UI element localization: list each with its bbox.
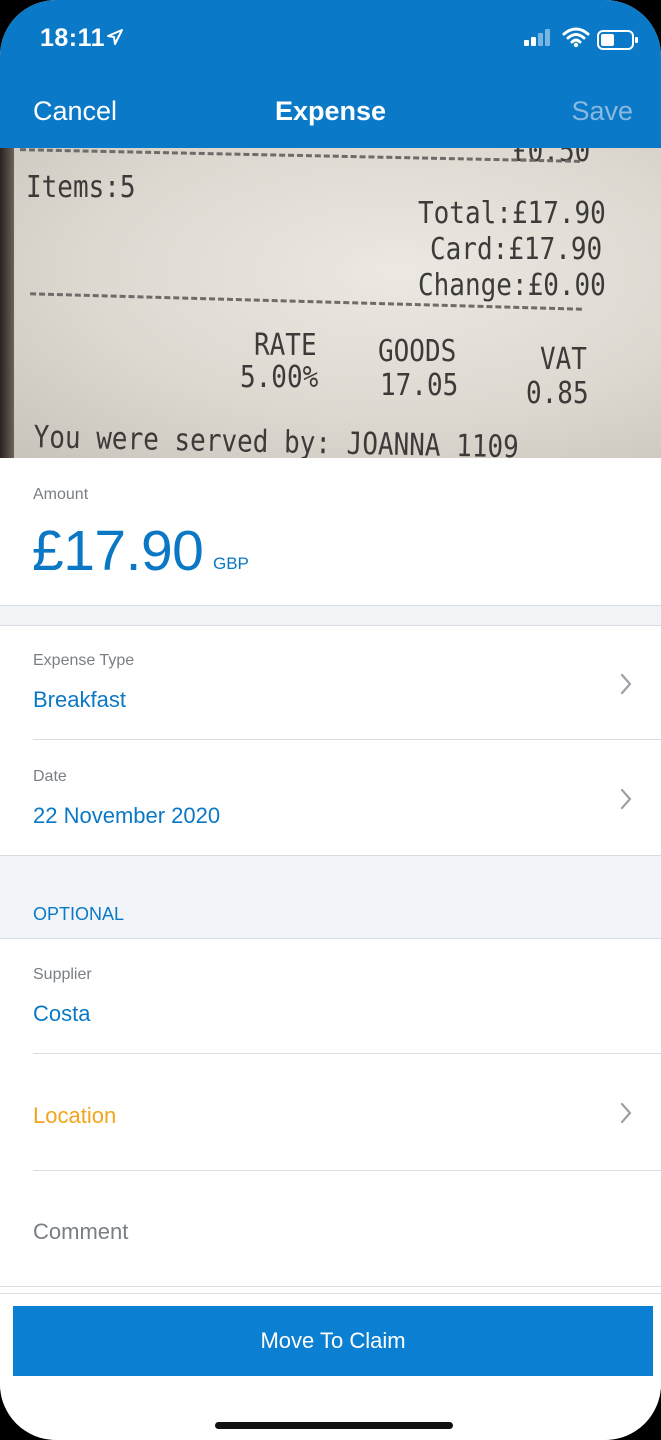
location-label: Location — [33, 1103, 117, 1128]
expense-type-value: Breakfast — [33, 687, 126, 712]
amount-label: Amount — [33, 486, 89, 503]
signal-icon — [524, 29, 550, 46]
receipt-image[interactable]: £0.50 Items:5 Total:£17.90 Card:£17.90 C… — [0, 148, 661, 458]
top-bar: 18:11 Cancel Expense Save — [0, 0, 661, 148]
receipt-items: Items:5 — [26, 170, 136, 206]
section-gap — [0, 605, 661, 626]
cancel-button[interactable]: Cancel — [33, 96, 117, 127]
home-indicator — [215, 1422, 453, 1429]
date-value: 22 November 2020 — [33, 803, 221, 828]
amount-currency[interactable]: GBP — [213, 554, 249, 574]
amount-value[interactable]: £17.90 — [32, 518, 204, 584]
expense-type-label: Expense Type — [33, 652, 135, 669]
receipt-total: Total:£17.90 — [418, 196, 606, 232]
receipt-goods-header: GOODS — [378, 334, 457, 370]
receipt-goods-value: 17.05 — [380, 368, 459, 404]
comment-placeholder: Comment — [33, 1219, 129, 1244]
chevron-right-icon — [620, 1102, 632, 1124]
receipt-change: Change:£0.00 — [418, 268, 606, 304]
receipt-rate-value: 5.00% — [240, 360, 319, 396]
supplier-value: Costa — [33, 1001, 91, 1026]
move-to-claim-button[interactable]: Move To Claim — [13, 1306, 653, 1376]
optional-section-header — [0, 856, 661, 938]
date-row[interactable]: Date 22 November 2020 — [0, 740, 661, 855]
receipt-vat-header: VAT — [540, 342, 587, 378]
status-time: 18:11 — [40, 24, 106, 52]
save-button[interactable]: Save — [571, 96, 633, 127]
divider — [0, 1286, 661, 1287]
expense-type-row[interactable]: Expense Type Breakfast — [0, 625, 661, 739]
date-label: Date — [33, 768, 67, 785]
expense-screen: 18:11 Cancel Expense Save £0.50 Items:5 … — [0, 0, 661, 1440]
receipt-rate-header: RATE — [254, 328, 317, 364]
receipt-divider — [20, 148, 580, 163]
chevron-right-icon — [620, 788, 632, 810]
receipt-card: Card:£17.90 — [430, 232, 603, 268]
battery-icon — [597, 30, 638, 50]
receipt-vat-value: 0.85 — [526, 376, 589, 412]
supplier-row[interactable]: Supplier Costa — [0, 939, 661, 1053]
receipt-served-by: You were served by: JOANNA 1109 — [33, 420, 520, 458]
wifi-icon — [562, 27, 590, 48]
optional-header-label: OPTIONAL — [33, 904, 125, 924]
chevron-right-icon — [620, 673, 632, 695]
location-arrow-icon — [107, 29, 123, 45]
receipt-photo-edge — [0, 148, 14, 458]
supplier-label: Supplier — [33, 966, 92, 983]
